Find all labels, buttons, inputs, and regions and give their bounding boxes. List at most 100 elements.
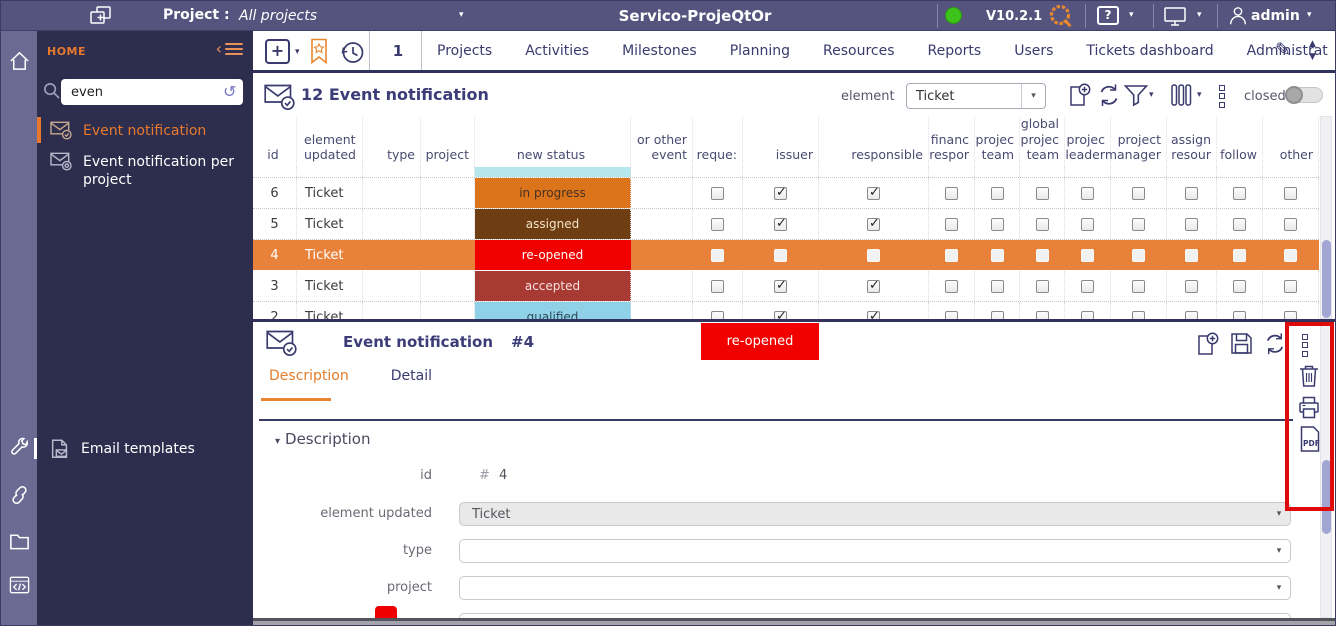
- open-details-counter[interactable]: 1: [381, 42, 415, 60]
- project-select[interactable]: ▾: [459, 576, 1291, 600]
- menu-tab-tickets-dashboard[interactable]: Tickets dashboard: [1086, 43, 1213, 59]
- menu-tab-reports[interactable]: Reports: [928, 43, 982, 59]
- checkbox[interactable]: [1132, 187, 1145, 200]
- column-header-responsible[interactable]: responsible: [819, 116, 929, 167]
- display-settings-icon[interactable]: [1163, 5, 1187, 27]
- checkbox[interactable]: [991, 249, 1004, 262]
- closed-toggle[interactable]: [1285, 87, 1323, 103]
- scroll-up-icon[interactable]: ▲: [1309, 39, 1316, 49]
- checkbox[interactable]: [867, 280, 880, 293]
- checkbox[interactable]: [867, 311, 880, 320]
- integration-icon[interactable]: [8, 573, 31, 597]
- checkbox[interactable]: [774, 187, 787, 200]
- checkbox[interactable]: [1185, 187, 1198, 200]
- checkbox[interactable]: [1036, 280, 1049, 293]
- tools-icon[interactable]: [8, 436, 31, 460]
- checkbox[interactable]: [867, 249, 880, 262]
- tab-description[interactable]: Description: [269, 368, 349, 384]
- checkbox[interactable]: [711, 218, 724, 231]
- menu-tab-planning[interactable]: Planning: [730, 43, 790, 59]
- checkbox[interactable]: [1185, 280, 1198, 293]
- user-caret-icon[interactable]: ▾: [1307, 11, 1312, 20]
- documents-icon[interactable]: [8, 529, 31, 553]
- checkbox[interactable]: [1185, 311, 1198, 320]
- column-header-element-updated[interactable]: element updated: [297, 116, 363, 167]
- display-caret-icon[interactable]: ▾: [1197, 11, 1202, 20]
- table-row-5[interactable]: 5Ticketassigned: [253, 209, 1319, 240]
- user-avatar-icon[interactable]: [1227, 5, 1249, 27]
- menu-search-input[interactable]: [61, 79, 243, 105]
- column-header-assign-resour[interactable]: assign resour: [1167, 116, 1217, 167]
- checkbox[interactable]: [1233, 311, 1246, 320]
- save-icon[interactable]: [1229, 331, 1254, 356]
- column-header-reque-[interactable]: reque:: [693, 116, 743, 167]
- checkbox[interactable]: [1185, 218, 1198, 231]
- columns-caret-icon[interactable]: ▾: [1197, 90, 1202, 100]
- checkbox[interactable]: [711, 311, 724, 320]
- sidebar-item-email-templates[interactable]: Email templates: [37, 438, 253, 460]
- columns-icon[interactable]: [1169, 82, 1194, 108]
- checkbox[interactable]: [991, 187, 1004, 200]
- checkbox[interactable]: [1233, 280, 1246, 293]
- element-updated-select[interactable]: Ticket▾: [459, 502, 1291, 526]
- checkbox[interactable]: [711, 280, 724, 293]
- checkbox[interactable]: [945, 280, 958, 293]
- checkbox[interactable]: [991, 218, 1004, 231]
- checkbox[interactable]: [774, 311, 787, 320]
- checkbox[interactable]: [1081, 249, 1094, 262]
- description-section-header[interactable]: ▾Description: [275, 430, 370, 448]
- checkbox[interactable]: [1233, 187, 1246, 200]
- scroll-tabs-icons[interactable]: ▲ ▼: [1309, 38, 1316, 63]
- checkbox[interactable]: [1036, 187, 1049, 200]
- list-scrollbar-thumb[interactable]: [1322, 240, 1331, 318]
- checkbox[interactable]: [991, 311, 1004, 320]
- edit-menu-icon[interactable]: ✎: [1275, 39, 1291, 61]
- home-icon[interactable]: [8, 49, 31, 73]
- filter-icon[interactable]: [1123, 82, 1149, 108]
- select-caret-icon[interactable]: ▾: [1268, 583, 1290, 593]
- project-caret-icon[interactable]: ▾: [459, 11, 464, 20]
- checkbox[interactable]: [1284, 249, 1297, 262]
- checkbox[interactable]: [991, 280, 1004, 293]
- checkbox[interactable]: [1284, 280, 1297, 293]
- checkbox[interactable]: [1132, 311, 1145, 320]
- help-caret-icon[interactable]: ▾: [1129, 11, 1134, 20]
- checkbox[interactable]: [867, 187, 880, 200]
- checkbox[interactable]: [945, 249, 958, 262]
- clear-search-icon[interactable]: ↺: [223, 82, 236, 101]
- user-menu[interactable]: admin: [1251, 8, 1300, 24]
- checkbox[interactable]: [1132, 218, 1145, 231]
- checkbox[interactable]: [1284, 218, 1297, 231]
- menu-tab-milestones[interactable]: Milestones: [622, 43, 697, 59]
- add-caret-icon[interactable]: ▾: [295, 47, 300, 57]
- column-header-project[interactable]: project: [421, 116, 475, 167]
- type-select[interactable]: ▾: [459, 539, 1291, 563]
- checkbox[interactable]: [711, 187, 724, 200]
- checkbox[interactable]: [1233, 249, 1246, 262]
- column-header-other[interactable]: other: [1263, 116, 1319, 167]
- menu-tab-activities[interactable]: Activities: [525, 43, 589, 59]
- checkbox[interactable]: [1081, 187, 1094, 200]
- checkbox[interactable]: [711, 249, 724, 262]
- more-options-icon[interactable]: [1219, 82, 1225, 110]
- scroll-down-icon[interactable]: ▼: [1309, 52, 1316, 62]
- checkbox[interactable]: [1284, 187, 1297, 200]
- checkbox[interactable]: [945, 218, 958, 231]
- checkbox[interactable]: [1284, 311, 1297, 320]
- checkbox[interactable]: [1185, 249, 1198, 262]
- column-header-financ-respor[interactable]: financ respor: [929, 116, 975, 167]
- checkbox[interactable]: [1036, 249, 1049, 262]
- table-row-2[interactable]: 2Ticketqualified: [253, 302, 1319, 319]
- column-header-or-other-event[interactable]: or other event: [631, 116, 693, 167]
- column-header-project-manager[interactable]: project manager: [1111, 116, 1167, 167]
- checkbox[interactable]: [1081, 280, 1094, 293]
- column-header-global-projec-team[interactable]: global projec team: [1020, 116, 1065, 167]
- checkbox[interactable]: [945, 311, 958, 320]
- checkbox[interactable]: [945, 187, 958, 200]
- bookmark-icon[interactable]: [309, 38, 329, 65]
- links-icon[interactable]: [8, 483, 31, 507]
- add-item-icon[interactable]: [1067, 82, 1093, 109]
- checkbox[interactable]: [1132, 249, 1145, 262]
- element-filter-select[interactable]: Ticket ▾: [906, 83, 1046, 109]
- column-header-type[interactable]: type: [363, 116, 421, 167]
